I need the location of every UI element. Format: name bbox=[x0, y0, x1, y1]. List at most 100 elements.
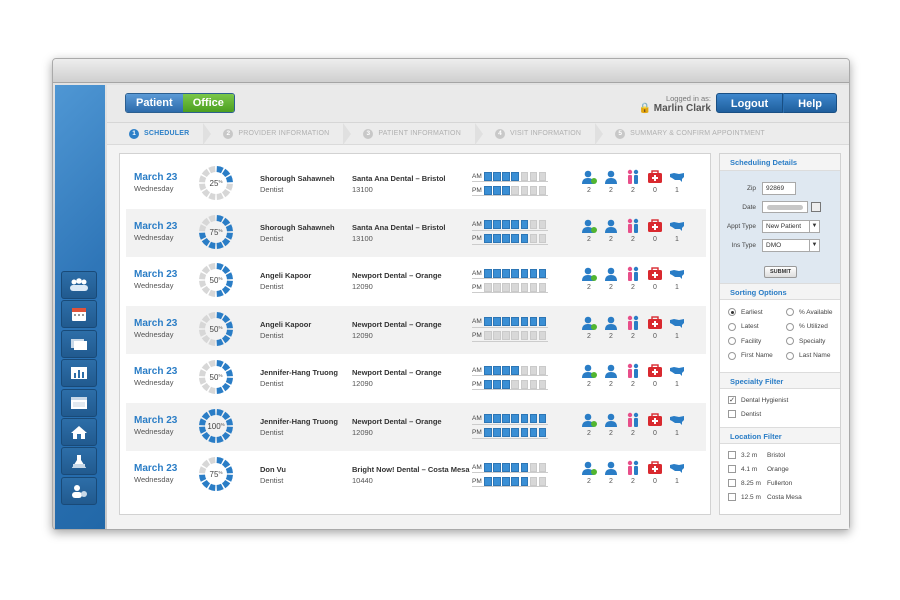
location-checkbox-row[interactable]: 12.5 m Costa Mesa bbox=[720, 490, 840, 504]
time-slot[interactable] bbox=[538, 414, 547, 423]
specialty-checkbox-row[interactable]: ✓ Dental Hygienist bbox=[720, 393, 840, 407]
time-slot[interactable] bbox=[484, 379, 492, 389]
checkbox[interactable] bbox=[728, 410, 736, 418]
time-slot[interactable] bbox=[502, 185, 510, 195]
wizard-step-1[interactable]: 1 SCHEDULER bbox=[129, 122, 212, 145]
time-slot[interactable] bbox=[502, 476, 510, 486]
time-slot[interactable] bbox=[493, 379, 501, 389]
time-slot[interactable] bbox=[493, 365, 501, 375]
availability-row[interactable]: March 23 Wednesday 75% Don Vu Dentist Bright … bbox=[126, 451, 706, 499]
time-slot[interactable] bbox=[511, 171, 520, 181]
time-slot[interactable] bbox=[493, 476, 501, 486]
time-slot[interactable] bbox=[520, 414, 529, 423]
time-slot[interactable] bbox=[529, 414, 538, 423]
time-slot[interactable] bbox=[511, 268, 520, 278]
time-slot[interactable] bbox=[511, 234, 520, 243]
radio-button[interactable] bbox=[786, 308, 794, 316]
submit-button[interactable]: SUBMIT bbox=[764, 266, 798, 278]
sidebar-cards-button[interactable] bbox=[61, 329, 97, 358]
time-slot[interactable] bbox=[484, 234, 492, 243]
time-slot[interactable] bbox=[502, 171, 510, 181]
time-slot[interactable] bbox=[502, 317, 510, 326]
sort-option[interactable]: Facility bbox=[728, 337, 761, 345]
checkbox[interactable] bbox=[728, 479, 736, 487]
radio-button[interactable] bbox=[728, 308, 736, 316]
time-slot[interactable] bbox=[511, 220, 520, 229]
checkbox[interactable] bbox=[728, 451, 736, 459]
time-slot[interactable] bbox=[493, 317, 501, 326]
time-slot[interactable] bbox=[493, 414, 501, 423]
time-slot[interactable] bbox=[529, 428, 538, 437]
sort-option[interactable]: Specialty bbox=[786, 337, 825, 345]
zip-input[interactable]: 92869 bbox=[762, 182, 796, 195]
time-slot[interactable] bbox=[493, 220, 501, 229]
sort-option[interactable]: % Available bbox=[786, 308, 833, 316]
wizard-step-3[interactable]: 3 PATIENT INFORMATION bbox=[363, 122, 483, 145]
availability-row[interactable]: March 23 Wednesday 100% Jennifer-Hang Truon… bbox=[126, 402, 706, 451]
wizard-step-5[interactable]: 5 SUMMARY & CONFIRM APPOINTMENT bbox=[615, 128, 765, 139]
time-slot[interactable] bbox=[502, 268, 510, 278]
checkbox[interactable]: ✓ bbox=[728, 396, 736, 404]
wizard-step-4[interactable]: 4 VISIT INFORMATION bbox=[494, 122, 604, 145]
availability-row[interactable]: March 23 Wednesday 25% Shorough Sahawneh Den… bbox=[126, 160, 706, 208]
time-slot[interactable] bbox=[502, 365, 510, 375]
time-slot[interactable] bbox=[493, 234, 501, 243]
time-slot[interactable] bbox=[484, 171, 492, 181]
patient-toggle-button[interactable]: Patient bbox=[126, 94, 183, 112]
location-checkbox-row[interactable]: 3.2 m Bristol bbox=[720, 448, 840, 462]
calendar-picker-icon[interactable] bbox=[811, 202, 821, 212]
time-slot[interactable] bbox=[502, 220, 510, 229]
sidebar-house-button[interactable] bbox=[61, 417, 97, 446]
time-slot[interactable] bbox=[484, 428, 492, 437]
location-checkbox-row[interactable]: 4.1 m Orange bbox=[720, 462, 840, 476]
sort-option[interactable]: % Utilized bbox=[786, 322, 828, 331]
time-slot[interactable] bbox=[493, 171, 501, 181]
time-slot[interactable] bbox=[484, 365, 492, 375]
checkbox[interactable] bbox=[728, 493, 736, 501]
radio-button[interactable] bbox=[728, 337, 736, 345]
sidebar-calendar-button[interactable] bbox=[61, 300, 97, 329]
time-slot[interactable] bbox=[502, 379, 510, 389]
time-slot[interactable] bbox=[484, 268, 492, 278]
specialty-checkbox-row[interactable]: Dentist bbox=[720, 407, 840, 421]
time-slot[interactable] bbox=[520, 220, 529, 229]
time-slot[interactable] bbox=[511, 414, 520, 423]
logout-button[interactable]: Logout bbox=[715, 93, 784, 113]
time-slot[interactable] bbox=[493, 462, 501, 472]
time-slot[interactable] bbox=[520, 476, 529, 486]
sidebar-lab-flask-button[interactable] bbox=[61, 447, 97, 476]
time-slot[interactable] bbox=[502, 234, 510, 243]
time-slot[interactable] bbox=[538, 268, 547, 278]
time-slot[interactable] bbox=[520, 462, 529, 472]
time-slot[interactable] bbox=[538, 428, 547, 437]
sort-option[interactable]: First Name bbox=[728, 351, 773, 360]
time-slot[interactable] bbox=[511, 476, 520, 486]
time-slot[interactable] bbox=[511, 462, 520, 472]
help-button[interactable]: Help bbox=[783, 93, 837, 113]
time-slot[interactable] bbox=[484, 220, 492, 229]
sort-option[interactable]: Last Name bbox=[786, 351, 830, 360]
date-input[interactable] bbox=[762, 201, 808, 213]
time-slot[interactable] bbox=[484, 462, 492, 472]
time-slot[interactable] bbox=[484, 414, 492, 423]
time-slot[interactable] bbox=[493, 268, 501, 278]
time-slot[interactable] bbox=[529, 317, 538, 326]
time-slot[interactable] bbox=[502, 462, 510, 472]
sidebar-user-settings-button[interactable] bbox=[61, 476, 97, 505]
radio-button[interactable] bbox=[728, 322, 736, 331]
wizard-step-2[interactable]: 2 PROVIDER INFORMATION bbox=[223, 122, 352, 145]
time-slot[interactable] bbox=[520, 234, 529, 243]
availability-row[interactable]: March 23 Wednesday 50% Angeli Kapoor Dentist… bbox=[126, 305, 706, 354]
time-slot[interactable] bbox=[502, 414, 510, 423]
ins-type-select[interactable]: DMO ▼ bbox=[762, 239, 820, 252]
sort-option[interactable]: Latest bbox=[728, 322, 759, 331]
radio-button[interactable] bbox=[786, 351, 794, 360]
availability-row[interactable]: March 23 Wednesday 75% Shorough Sahawneh Den… bbox=[126, 208, 706, 257]
time-slot[interactable] bbox=[484, 476, 492, 486]
office-toggle-button[interactable]: Office bbox=[182, 94, 234, 112]
availability-row[interactable]: March 23 Wednesday 50% Angeli Kapoor Dentist… bbox=[126, 257, 706, 305]
appt-type-select[interactable]: New Patient ▼ bbox=[762, 220, 820, 233]
location-checkbox-row[interactable]: 8.25 m Fullerton bbox=[720, 476, 840, 490]
sidebar-group-button[interactable] bbox=[61, 271, 97, 299]
radio-button[interactable] bbox=[786, 322, 794, 331]
